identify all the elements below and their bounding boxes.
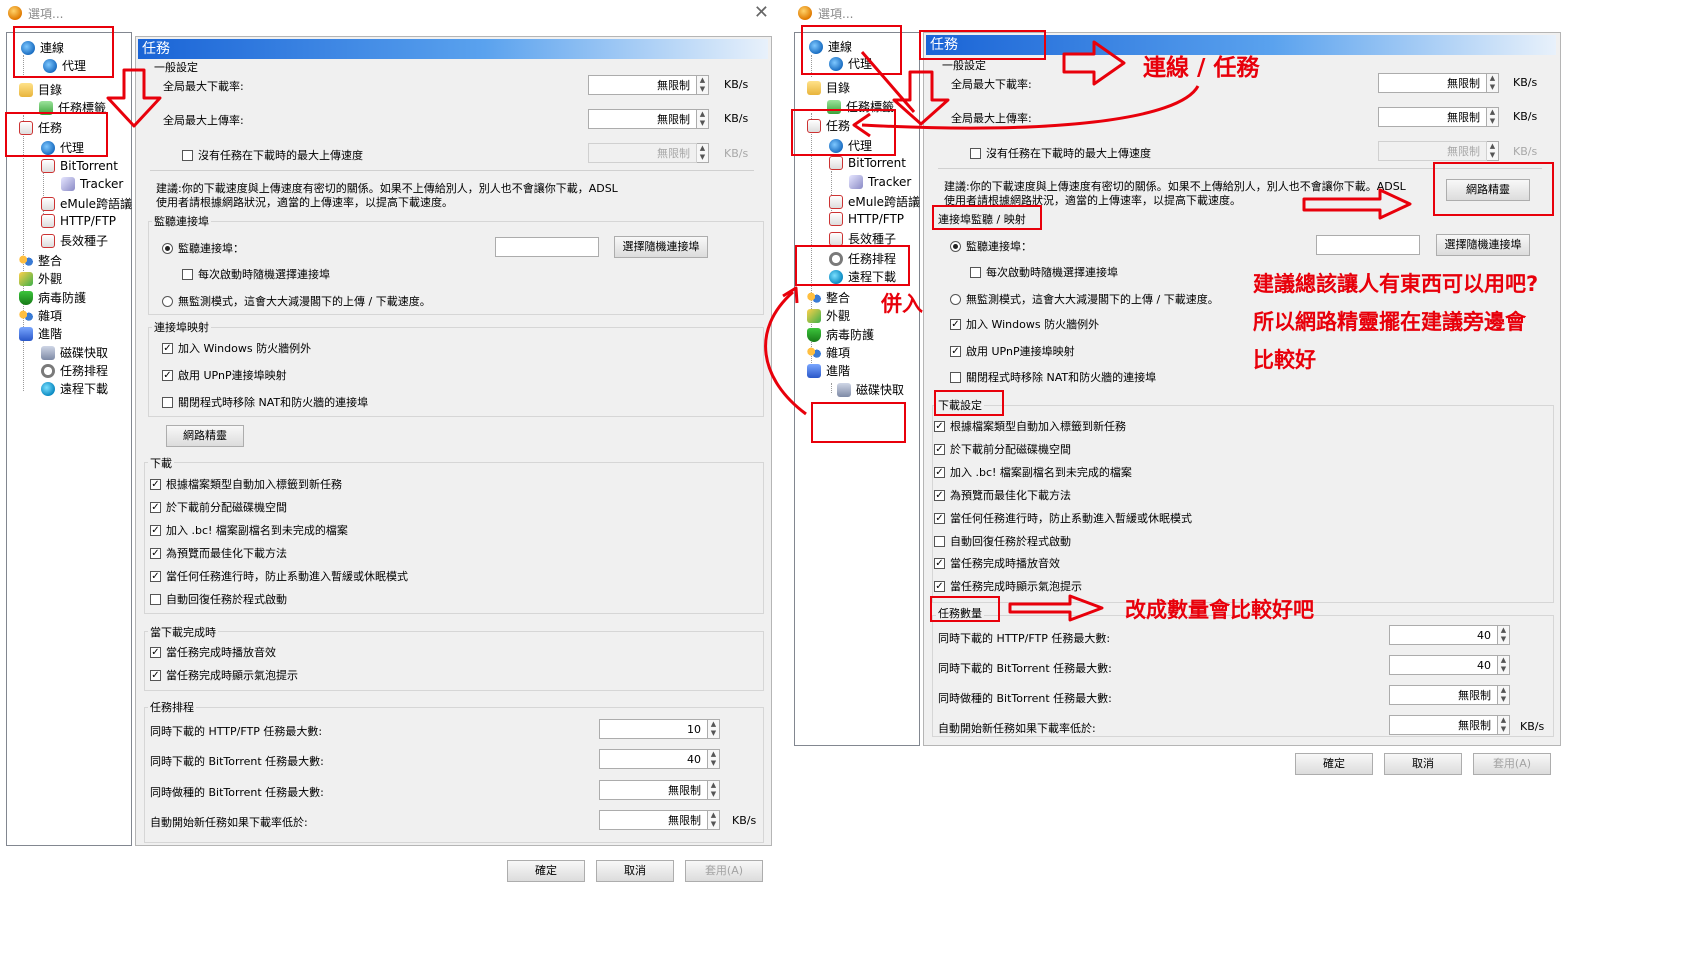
annotation-arrows	[106, 40, 1412, 622]
annot-suggest-3: 比較好	[1253, 348, 1316, 372]
annot-suggest-1: 建議總該讓人有東西可以用吧?	[1253, 272, 1539, 296]
annot-merge: 併入	[881, 292, 923, 316]
annot-connection-task: 連線 / 任務	[1143, 55, 1260, 81]
annot-suggest-2: 所以網路精靈擺在建議旁邊會	[1253, 310, 1526, 334]
annot-count-note: 改成數量會比較好吧	[1125, 598, 1314, 622]
